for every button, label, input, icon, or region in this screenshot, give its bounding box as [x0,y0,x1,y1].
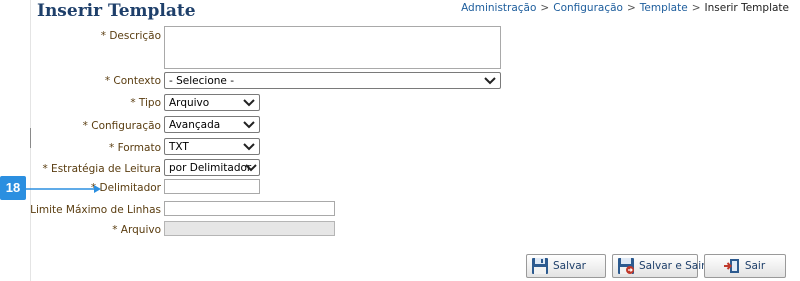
limite-label: Limite Máximo de Linhas [30,204,161,216]
step-badge: 18 [0,176,26,200]
sair-button[interactable]: Sair [704,254,786,278]
left-margin [0,0,30,281]
contexto-selected-value: - Selecione - [169,75,234,87]
contexto-label: * Contexto [104,75,161,87]
exit-door-icon [723,259,739,273]
arquivo-label: * Arquivo [112,224,161,236]
salvar-button-label: Salvar [553,260,586,272]
configuracao-selected-value: Avançada [169,119,221,131]
arquivo-input [164,221,335,236]
formato-selected-value: TXT [169,141,189,153]
chevron-down-icon [484,77,496,85]
breadcrumb: Administração > Configuração > Template > Inse… [461,2,789,14]
estrategia-select[interactable]: por Delimitador [164,159,260,176]
arrow-right-icon [26,185,101,193]
breadcrumb-separator: > [691,2,701,14]
salvar-e-sair-button-label: Salvar e Sair [639,260,706,272]
descricao-textarea[interactable] [164,26,501,69]
descricao-label: * Descrição [100,30,161,42]
breadcrumb-separator: > [626,2,636,14]
breadcrumb-separator: > [540,2,550,14]
floppy-disk-exit-icon [618,258,634,274]
floppy-disk-icon [532,258,548,274]
salvar-e-sair-button[interactable]: Salvar e Sair [612,254,705,278]
salvar-button[interactable]: Salvar [526,254,606,278]
chevron-down-icon [245,164,257,172]
delimitador-input[interactable] [164,179,260,194]
tipo-selected-value: Arquivo [169,97,210,109]
chevron-down-icon [243,121,255,129]
margin-divider [30,128,31,148]
breadcrumb-item-current: Inserir Template [704,2,789,14]
limite-input[interactable] [164,201,335,216]
tipo-label: * Tipo [130,97,161,109]
formato-select[interactable]: TXT [164,138,260,155]
breadcrumb-item-administracao[interactable]: Administração [461,2,536,14]
tipo-select[interactable]: Arquivo [164,94,260,111]
page-title: Inserir Template [37,1,196,21]
configuracao-select[interactable]: Avançada [164,116,260,133]
breadcrumb-item-template[interactable]: Template [640,2,688,14]
configuracao-label: * Configuração [82,120,161,132]
sair-button-label: Sair [744,260,766,272]
formato-label: * Formato [108,142,161,154]
contexto-select[interactable]: - Selecione - [164,72,501,89]
estrategia-selected-value: por Delimitador [169,162,252,174]
breadcrumb-item-configuracao[interactable]: Configuração [553,2,623,14]
chevron-down-icon [243,99,255,107]
chevron-down-icon [243,143,255,151]
estrategia-label: * Estratégia de Leitura [42,163,161,175]
